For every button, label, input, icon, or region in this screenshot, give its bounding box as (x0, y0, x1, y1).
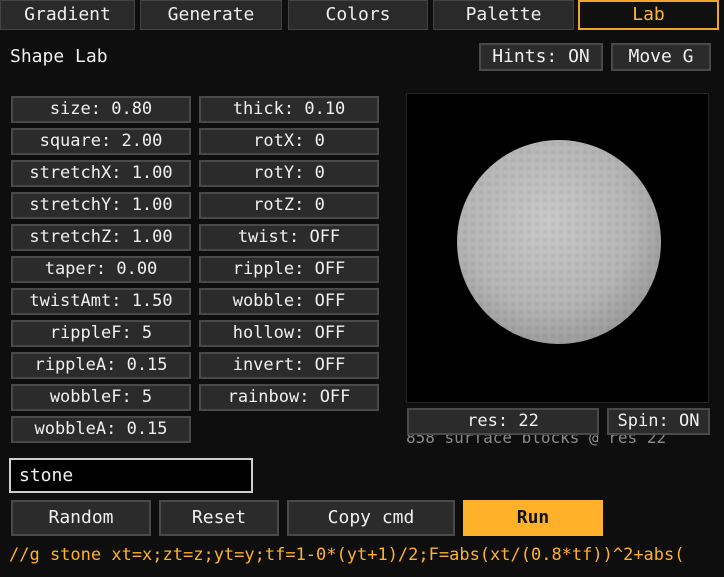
param-stretchz-button[interactable]: stretchZ: 1.00 (11, 224, 191, 251)
param-ripplef-button[interactable]: rippleF: 5 (11, 320, 191, 347)
sphere-render (457, 140, 661, 344)
param-invert-toggle[interactable]: invert: OFF (199, 352, 379, 379)
material-input[interactable] (9, 458, 253, 493)
reset-button[interactable]: Reset (159, 500, 279, 536)
param-twist-toggle[interactable]: twist: OFF (199, 224, 379, 251)
tab-bar: Gradient Generate Colors Palette Lab (0, 0, 724, 31)
param-wobblef-button[interactable]: wobbleF: 5 (11, 384, 191, 411)
tab-palette[interactable]: Palette (433, 0, 574, 30)
shape-preview[interactable] (406, 93, 709, 403)
panel-title: Shape Lab (10, 46, 108, 67)
param-taper-button[interactable]: taper: 0.00 (11, 256, 191, 283)
param-hollow-toggle[interactable]: hollow: OFF (199, 320, 379, 347)
copy-cmd-button[interactable]: Copy cmd (287, 500, 455, 536)
param-square-button[interactable]: square: 2.00 (11, 128, 191, 155)
param-rotz-button[interactable]: rotZ: 0 (199, 192, 379, 219)
run-button[interactable]: Run (463, 500, 603, 536)
param-ripplea-button[interactable]: rippleA: 0.15 (11, 352, 191, 379)
param-thick-button[interactable]: thick: 0.10 (199, 96, 379, 123)
param-wobblea-button[interactable]: wobbleA: 0.15 (11, 416, 191, 443)
param-twistamt-button[interactable]: twistAmt: 1.50 (11, 288, 191, 315)
param-wobble-toggle[interactable]: wobble: OFF (199, 288, 379, 315)
param-rainbow-toggle[interactable]: rainbow: OFF (199, 384, 379, 411)
tab-gradient[interactable]: Gradient (0, 0, 135, 30)
param-ripple-toggle[interactable]: ripple: OFF (199, 256, 379, 283)
random-button[interactable]: Random (11, 500, 151, 536)
move-button[interactable]: Move G (611, 43, 711, 71)
param-stretchx-button[interactable]: stretchX: 1.00 (11, 160, 191, 187)
spin-toggle-button[interactable]: Spin: ON (607, 408, 710, 435)
tab-generate[interactable]: Generate (140, 0, 282, 30)
tab-colors[interactable]: Colors (288, 0, 428, 30)
param-stretchy-button[interactable]: stretchY: 1.00 (11, 192, 191, 219)
param-size-button[interactable]: size: 0.80 (11, 96, 191, 123)
command-preview: //g stone xt=x;zt=z;yt=y;tf=1-0*(yt+1)/2… (9, 545, 685, 565)
tab-lab[interactable]: Lab (578, 0, 719, 30)
res-button[interactable]: res: 22 (407, 408, 599, 435)
param-roty-button[interactable]: rotY: 0 (199, 160, 379, 187)
hints-toggle-button[interactable]: Hints: ON (479, 43, 603, 71)
param-rotx-button[interactable]: rotX: 0 (199, 128, 379, 155)
